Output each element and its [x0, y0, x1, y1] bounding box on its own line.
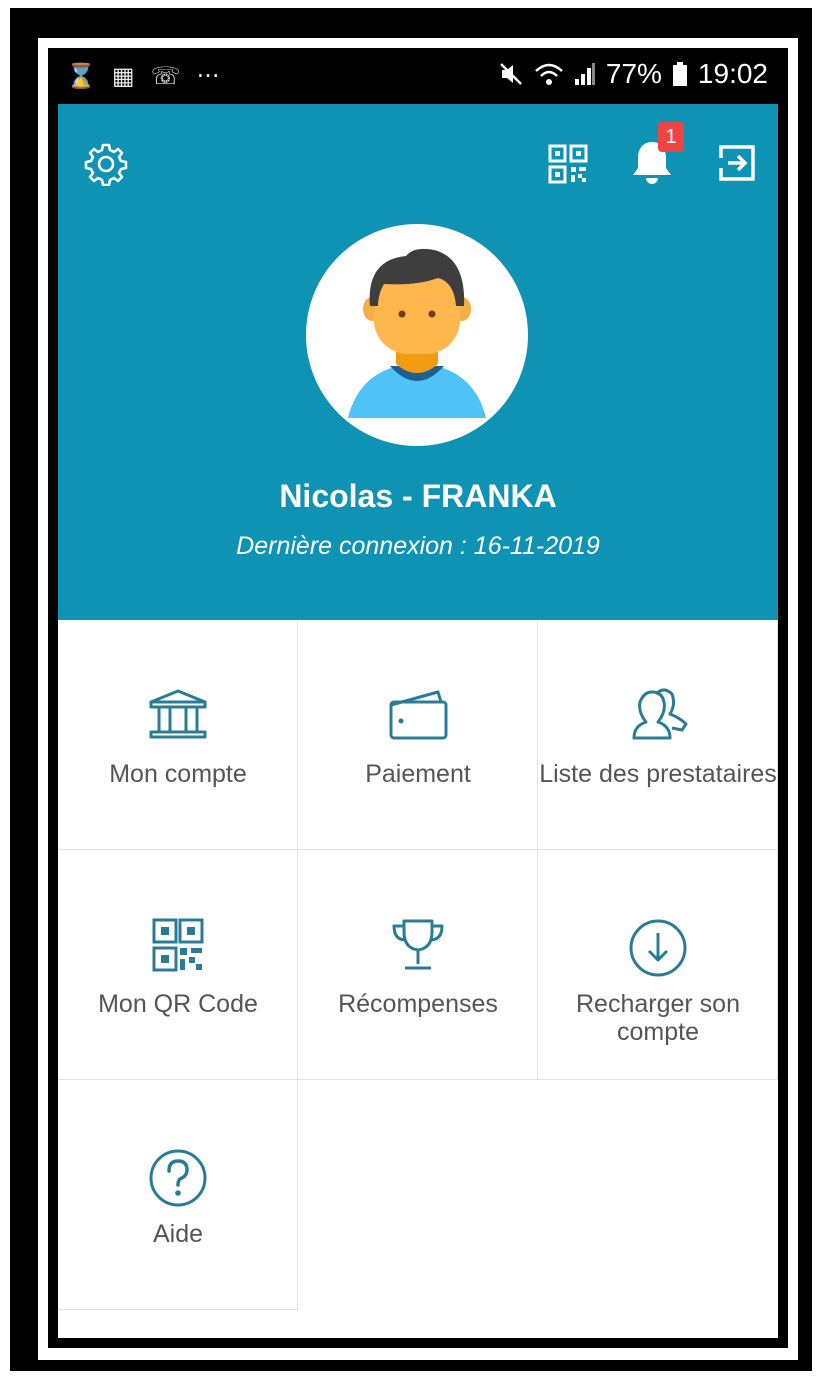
- signal-icon: [574, 63, 595, 85]
- mute-icon: [499, 63, 522, 85]
- menu-item-paiement[interactable]: Paiement: [298, 620, 538, 850]
- menu-item-aide[interactable]: Aide: [58, 1080, 298, 1310]
- users-icon: [632, 688, 688, 740]
- logout-icon: [719, 145, 755, 181]
- clock: 19:02: [697, 58, 768, 89]
- hourglass-icon: ⌛: [66, 62, 96, 90]
- missed-call-icon: ☏: [150, 62, 181, 90]
- menu-item-label: Mon compte: [109, 760, 247, 788]
- calendar-icon: ▦: [111, 62, 135, 90]
- battery-percentage: 77%: [605, 58, 662, 89]
- battery-icon: [672, 62, 687, 86]
- menu-item-label: Recharger son compte: [576, 990, 740, 1046]
- gear-icon: [84, 143, 128, 187]
- menu-item-label: Mon QR Code: [98, 990, 258, 1018]
- qr-code-icon: [152, 918, 204, 972]
- last-login: Dernière connexion : 16-11-2019: [236, 532, 600, 560]
- help-icon: [149, 1149, 207, 1207]
- status-bar: ⌛ ▦ ☏ ··· 77% 19:02: [48, 48, 788, 104]
- download-circle-icon: [629, 919, 687, 977]
- qr-scan-button[interactable]: [548, 144, 588, 189]
- bank-icon: [149, 689, 207, 739]
- profile-header: 1 Nicolas - FRANKA Dernière connexion: …: [58, 104, 778, 620]
- user-name: Nicolas - FRANKA: [279, 478, 557, 514]
- wallet-icon: [389, 690, 448, 740]
- wifi-icon: [535, 63, 563, 85]
- menu-item-recharger-son-compte[interactable]: Recharger son compte: [538, 850, 778, 1080]
- phone-screen: ⌛ ▦ ☏ ··· 77% 19:02 1 Nicolas - FRANKA D…: [48, 48, 788, 1348]
- trophy-icon: [392, 919, 444, 970]
- menu-item-mon-qr-code[interactable]: Mon QR Code: [58, 850, 298, 1080]
- menu-item-mon-compte[interactable]: Mon compte: [58, 620, 298, 850]
- menu-item-label: Récompenses: [338, 990, 498, 1018]
- logout-button[interactable]: [718, 144, 756, 187]
- menu-item-recompenses[interactable]: Récompenses: [298, 850, 538, 1080]
- menu-item-label: Liste des prestataires: [539, 760, 777, 788]
- avatar: [306, 224, 528, 446]
- more-notifications-icon: ···: [196, 62, 220, 90]
- qr-code-icon: [548, 144, 588, 184]
- menu-item-label: Aide: [152, 1220, 204, 1248]
- menu-item-label: Paiement: [365, 760, 471, 788]
- menu-grid: Mon compte Paiement Liste des prestatair…: [58, 620, 778, 1338]
- settings-button[interactable]: [84, 142, 128, 191]
- notification-badge: 1: [658, 122, 684, 152]
- user-avatar-icon: [348, 248, 486, 418]
- menu-item-liste-des-prestataires[interactable]: Liste des prestataires: [538, 620, 778, 850]
